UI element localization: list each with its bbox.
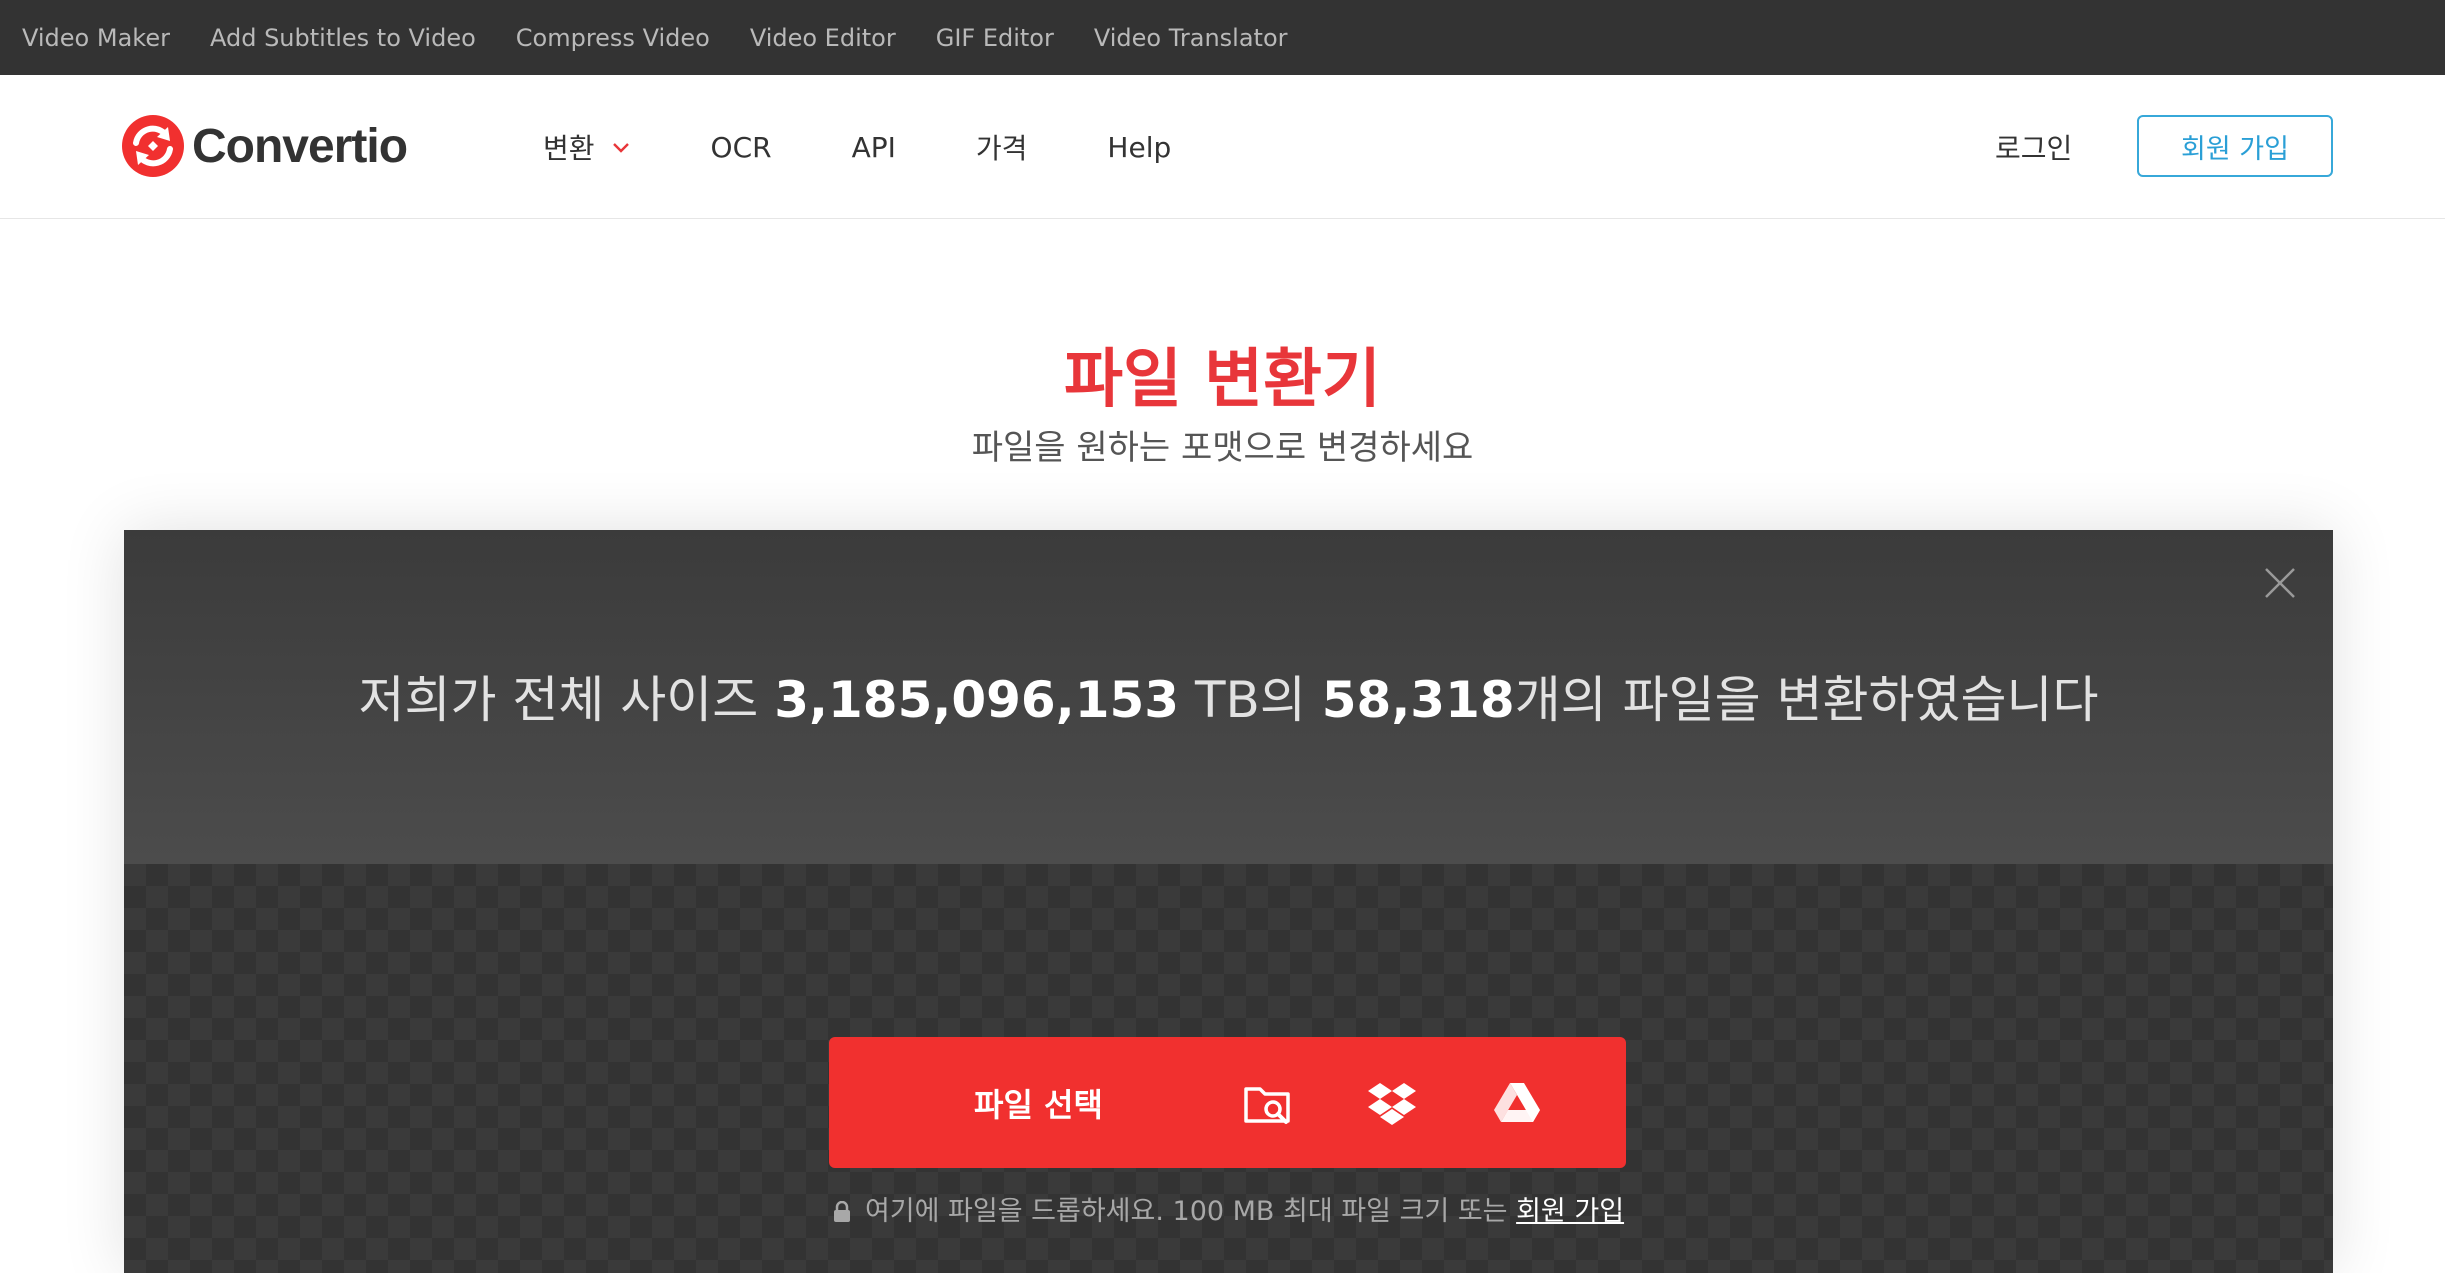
choose-files-label: 파일 선택 (974, 1085, 1103, 1124)
login-link[interactable]: 로그인 (1995, 127, 2072, 167)
main-nav: 변환 OCR API 가격 Help (543, 75, 1251, 219)
dropbox-icon[interactable] (1366, 1077, 1418, 1129)
nav-api[interactable]: API (852, 131, 896, 164)
topbar-link-video-editor[interactable]: Video Editor (750, 24, 896, 52)
nav-ocr[interactable]: OCR (711, 131, 772, 164)
stats-total-size: 3,185,096,153 (774, 671, 1180, 729)
dropzone-signup-link[interactable]: 회원 가입 (1516, 1196, 1624, 1227)
topbar-link-video-maker[interactable]: Video Maker (22, 24, 170, 52)
nav-help[interactable]: Help (1107, 131, 1171, 164)
dropzone-hint-text: 여기에 파일을 드롭하세요. 100 MB 최대 파일 크기 또는 (864, 1196, 1517, 1227)
google-drive-icon[interactable] (1491, 1077, 1543, 1129)
stats-banner: 저희가 전체 사이즈 3,185,096,153 TB의 58,318개의 파일… (124, 530, 2333, 864)
nav-pricing[interactable]: 가격 (976, 127, 1028, 167)
close-icon[interactable] (2262, 565, 2298, 601)
signup-button[interactable]: 회원 가입 (2137, 115, 2333, 177)
topbar-link-add-subtitles[interactable]: Add Subtitles to Video (210, 24, 476, 52)
top-bar-links: Video Maker Add Subtitles to Video Compr… (22, 0, 1328, 75)
logo-text: Convertio (192, 119, 408, 173)
lock-icon (833, 1201, 850, 1222)
nav-convert[interactable]: 변환 (543, 127, 631, 167)
dropzone-hint: 여기에 파일을 드롭하세요. 100 MB 최대 파일 크기 또는 회원 가입 (124, 1189, 2333, 1228)
file-dropzone[interactable]: 파일 선택 여기에 파일을 드롭하세요. 100 MB 최대 파일 크기 또는 … (124, 864, 2333, 1273)
nav-convert-label: 변환 (543, 132, 595, 165)
stats-file-count: 58,318 (1321, 671, 1515, 729)
convertio-logo-icon (122, 115, 184, 177)
chevron-down-icon (612, 143, 629, 153)
page-title: 파일 변환기 (1064, 343, 1381, 417)
topbar-link-gif-editor[interactable]: GIF Editor (936, 24, 1054, 52)
page-subtitle: 파일을 원하는 포맷으로 변경하세요 (971, 428, 1474, 468)
choose-files-button[interactable]: 파일 선택 (829, 1037, 1626, 1168)
converter-panel: 저희가 전체 사이즈 3,185,096,153 TB의 58,318개의 파일… (124, 530, 2333, 1273)
topbar-link-video-translator[interactable]: Video Translator (1094, 24, 1288, 52)
stats-text: 저희가 전체 사이즈 3,185,096,153 TB의 58,318개의 파일… (124, 660, 2333, 732)
stats-suffix: 개의 파일을 변환하였습니다 (1514, 671, 2099, 729)
logo[interactable]: Convertio (122, 113, 408, 179)
folder-search-icon[interactable] (1242, 1077, 1294, 1129)
stats-unit: TB의 (1179, 671, 1322, 729)
site-header: Convertio 변환 OCR API 가격 Help 로그인 회원 가입 (0, 75, 2445, 219)
stats-prefix: 저희가 전체 사이즈 (358, 671, 775, 729)
top-bar: Video Maker Add Subtitles to Video Compr… (0, 0, 2445, 75)
topbar-link-compress-video[interactable]: Compress Video (516, 24, 710, 52)
